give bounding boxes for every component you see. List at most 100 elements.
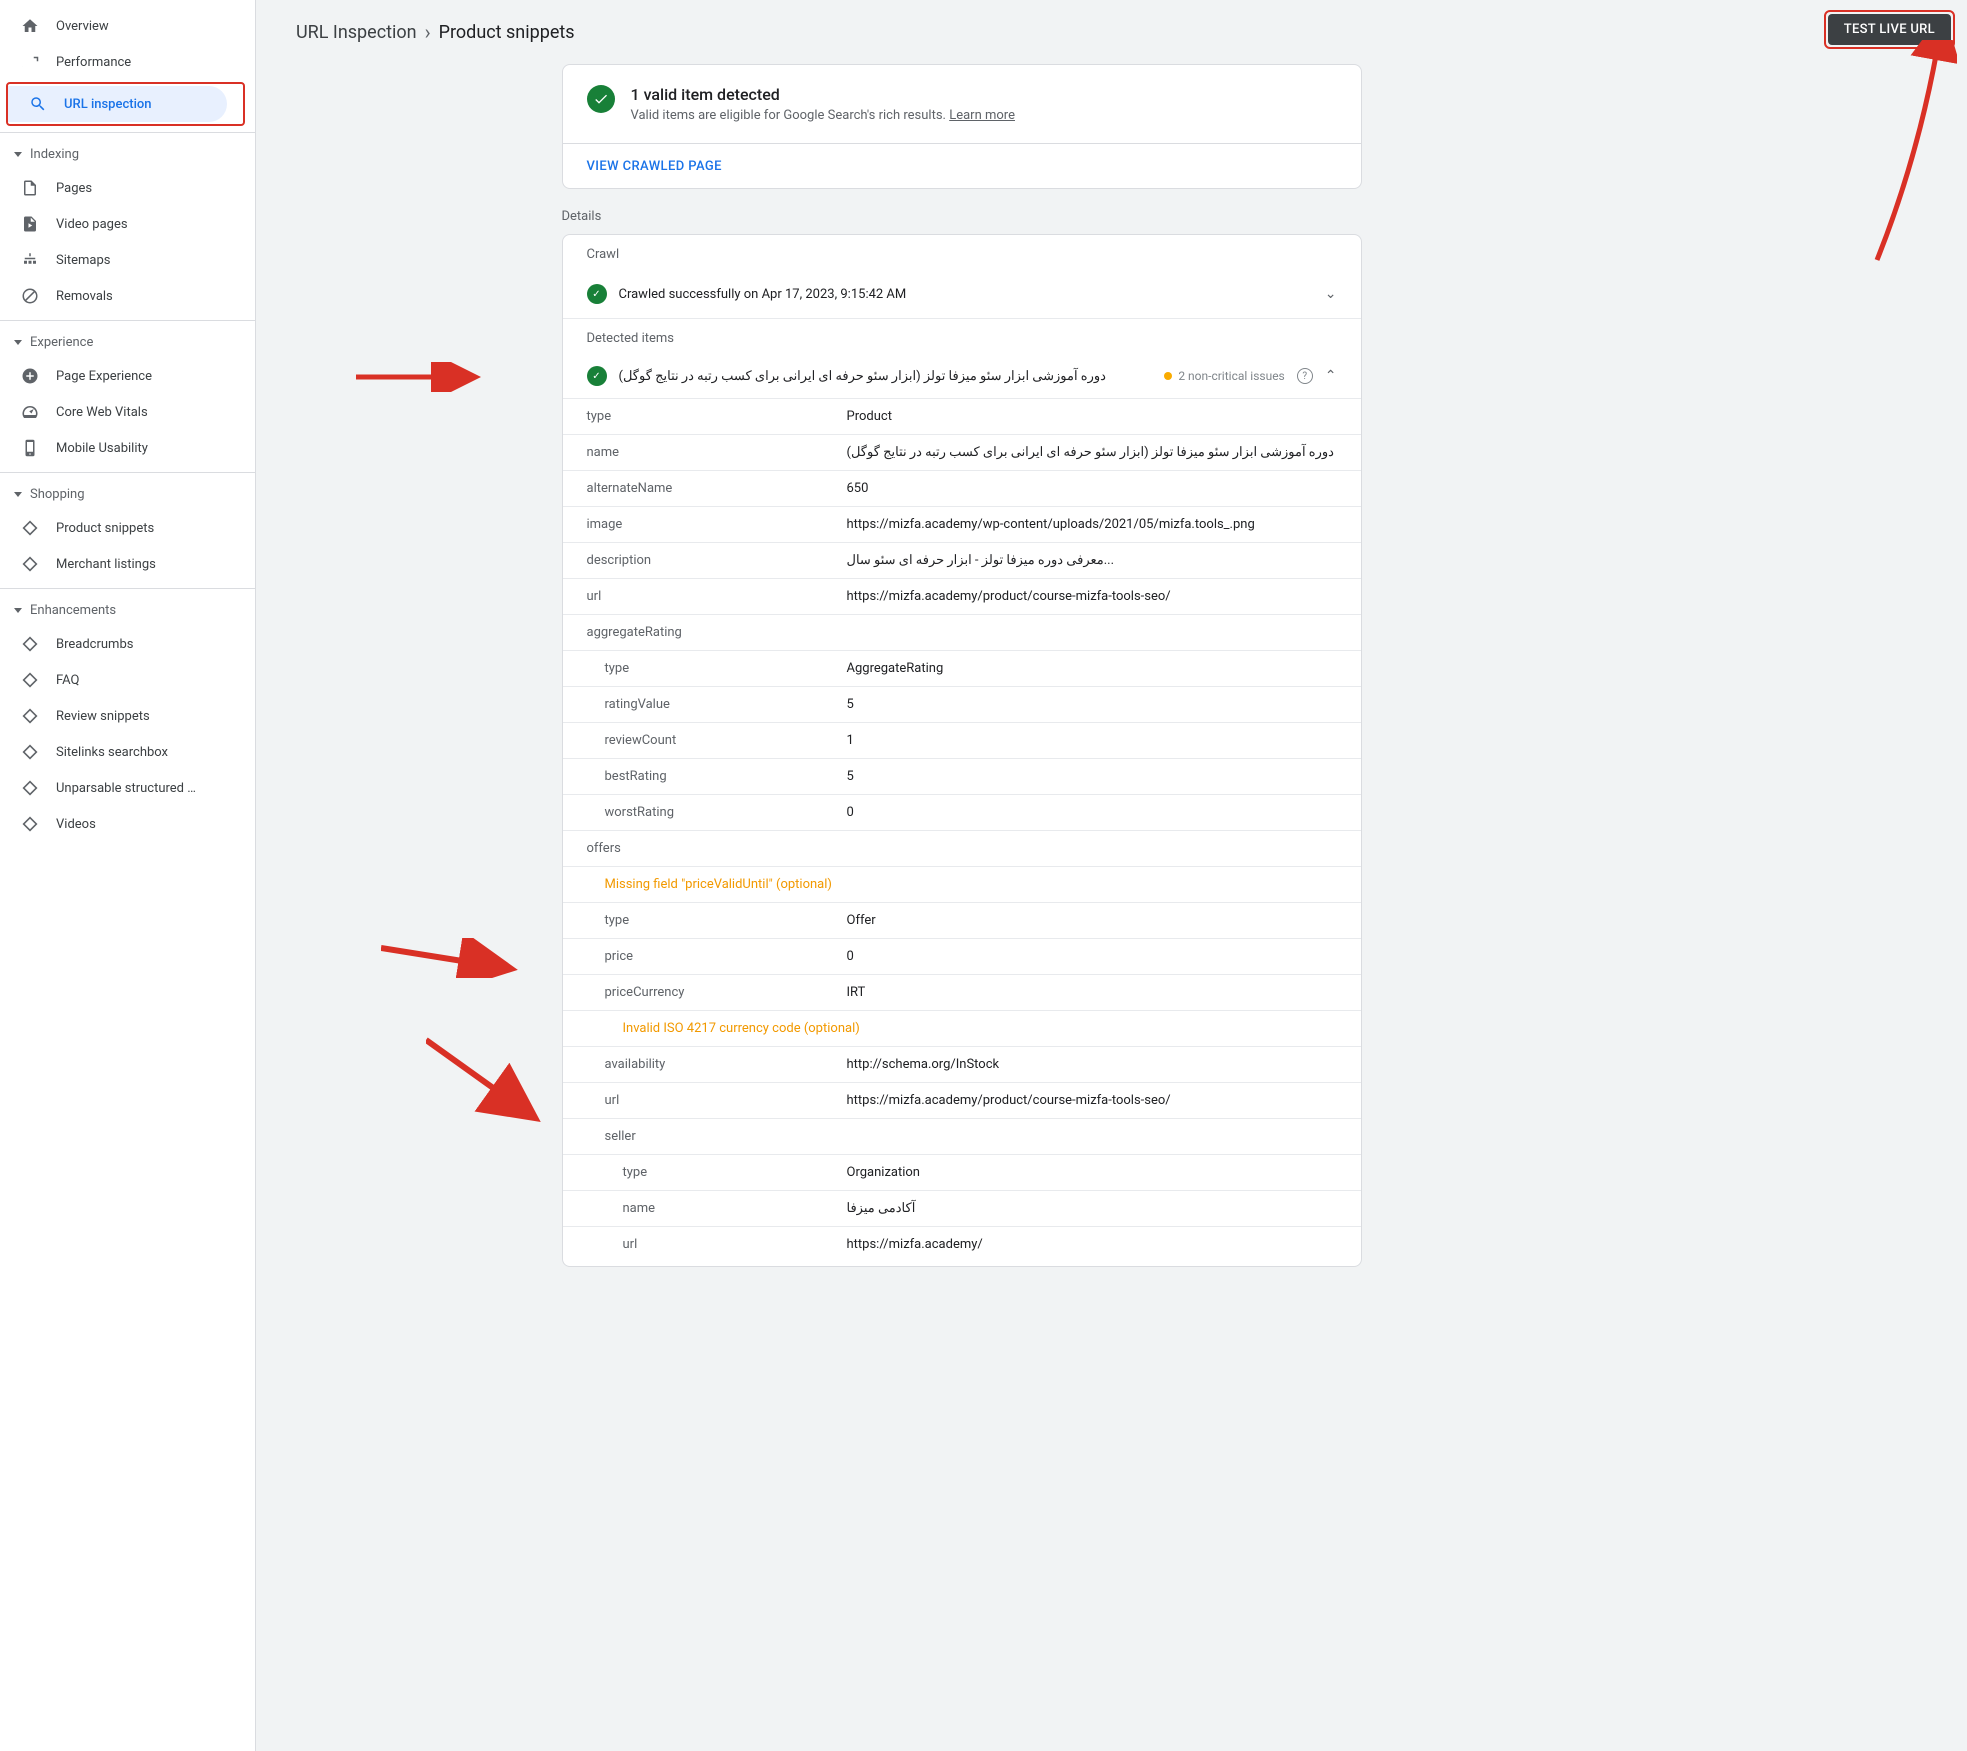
diamond-icon xyxy=(20,706,40,726)
table-row: urlhttps://mizfa.academy/ xyxy=(563,1226,1361,1262)
table-row: seller xyxy=(563,1118,1361,1154)
diamond-icon xyxy=(20,518,40,538)
sidebar-item-mobile[interactable]: Mobile Usability xyxy=(0,430,239,466)
structured-data-table: typeProduct nameدوره آموزشی ابزار سئو می… xyxy=(563,398,1361,1262)
label: Pages xyxy=(56,181,92,196)
detected-item-header[interactable]: ✓ دوره آموزشی ابزار سئو میزفا تولز (ابزا… xyxy=(563,354,1361,398)
label: Overview xyxy=(56,19,109,34)
sidebar-item-unparsable[interactable]: Unparsable structured … xyxy=(0,770,239,806)
label: Page Experience xyxy=(56,369,152,384)
crawl-header: Crawl xyxy=(563,235,1361,270)
sidebar-item-product-snippets[interactable]: Product snippets xyxy=(0,510,239,546)
sidebar-item-performance[interactable]: Performance xyxy=(0,44,239,80)
gauge-icon xyxy=(20,402,40,422)
table-row: bestRating5 xyxy=(563,758,1361,794)
sidebar-item-videos[interactable]: Videos xyxy=(0,806,239,842)
plus-circle-icon xyxy=(20,366,40,386)
detected-items-header: Detected items xyxy=(563,319,1361,354)
sidebar-item-faq[interactable]: FAQ xyxy=(0,662,239,698)
learn-more-link[interactable]: Learn more xyxy=(949,108,1015,123)
table-row: description...معرفی دوره میزفا تولز - اب… xyxy=(563,542,1361,578)
diamond-icon xyxy=(20,634,40,654)
label: Merchant listings xyxy=(56,557,156,572)
label: Sitelinks searchbox xyxy=(56,745,168,760)
summary-title: 1 valid item detected xyxy=(631,85,1015,104)
sidebar-item-breadcrumbs[interactable]: Breadcrumbs xyxy=(0,626,239,662)
chevron-down-icon[interactable]: ⌄ xyxy=(1325,286,1337,302)
table-row: offers xyxy=(563,830,1361,866)
breadcrumb-link[interactable]: URL Inspection xyxy=(296,22,417,43)
crawl-status-row[interactable]: ✓ Crawled successfully on Apr 17, 2023, … xyxy=(563,270,1361,319)
label: Product snippets xyxy=(56,521,154,536)
issues-badge: 2 non-critical issues xyxy=(1164,369,1284,383)
table-row: alternateName650 xyxy=(563,470,1361,506)
table-row: worstRating0 xyxy=(563,794,1361,830)
home-icon xyxy=(20,16,40,36)
triangle-icon xyxy=(14,152,22,157)
label: Removals xyxy=(56,289,113,304)
diamond-icon xyxy=(20,554,40,574)
table-row: availabilityhttp://schema.org/InStock xyxy=(563,1046,1361,1082)
sidebar-item-page-experience[interactable]: Page Experience xyxy=(0,358,239,394)
chevron-right-icon: › xyxy=(425,20,431,44)
sidebar-item-cwv[interactable]: Core Web Vitals xyxy=(0,394,239,430)
sidebar-item-overview[interactable]: Overview xyxy=(0,8,239,44)
separator xyxy=(0,320,255,321)
diamond-icon xyxy=(20,670,40,690)
video-page-icon xyxy=(20,214,40,234)
highlight-url-inspection: URL inspection xyxy=(6,82,245,126)
label: Mobile Usability xyxy=(56,441,148,456)
sidebar-section-enhancements[interactable]: Enhancements xyxy=(0,595,239,626)
details-label: Details xyxy=(562,209,1362,224)
table-row: aggregateRating xyxy=(563,614,1361,650)
breadcrumb: URL Inspection › Product snippets xyxy=(296,20,1627,44)
sidebar-section-shopping[interactable]: Shopping xyxy=(0,479,239,510)
table-row: imagehttps://mizfa.academy/wp-content/up… xyxy=(563,506,1361,542)
sidebar-item-sitemaps[interactable]: Sitemaps xyxy=(0,242,239,278)
table-row: nameدوره آموزشی ابزار سئو میزفا تولز (اب… xyxy=(563,434,1361,470)
annotation-arrow xyxy=(1857,40,1957,270)
sidebar-item-removals[interactable]: Removals xyxy=(0,278,239,314)
table-row: typeOrganization xyxy=(563,1154,1361,1190)
search-icon xyxy=(28,94,48,114)
sidebar-section-indexing[interactable]: Indexing xyxy=(0,139,239,170)
summary-subtitle: Valid items are eligible for Google Sear… xyxy=(631,108,1015,123)
label: Video pages xyxy=(56,217,128,232)
sidebar-section-experience[interactable]: Experience xyxy=(0,327,239,358)
triangle-icon xyxy=(14,340,22,345)
label: Performance xyxy=(56,55,131,70)
separator xyxy=(0,472,255,473)
page-icon xyxy=(20,178,40,198)
check-circle-icon xyxy=(587,85,615,113)
label: Unparsable structured … xyxy=(56,781,196,796)
label: Breadcrumbs xyxy=(56,637,133,652)
table-row: urlhttps://mizfa.academy/product/course-… xyxy=(563,578,1361,614)
table-row: typeOffer xyxy=(563,902,1361,938)
sidebar-item-pages[interactable]: Pages xyxy=(0,170,239,206)
table-row: nameآکادمی میزفا xyxy=(563,1190,1361,1226)
summary-card: 1 valid item detected Valid items are el… xyxy=(562,64,1362,189)
annotation-arrow xyxy=(426,1030,546,1130)
sidebar-item-url-inspection[interactable]: URL inspection xyxy=(8,86,227,122)
sidebar-item-sitelinks[interactable]: Sitelinks searchbox xyxy=(0,734,239,770)
diamond-icon xyxy=(20,742,40,762)
annotation-arrow xyxy=(356,362,486,392)
sidebar-item-video-pages[interactable]: Video pages xyxy=(0,206,239,242)
table-row: typeAggregateRating xyxy=(563,650,1361,686)
chevron-up-icon[interactable]: ⌃ xyxy=(1325,368,1337,384)
help-icon[interactable]: ? xyxy=(1297,368,1313,384)
warning-row: Missing field "priceValidUntil" (optiona… xyxy=(563,866,1361,902)
label: Enhancements xyxy=(30,603,116,618)
view-crawled-page-button[interactable]: VIEW CRAWLED PAGE xyxy=(587,159,722,174)
table-row: price0 xyxy=(563,938,1361,974)
block-icon xyxy=(20,286,40,306)
table-row: ratingValue5 xyxy=(563,686,1361,722)
test-live-url-button[interactable]: TEST LIVE URL xyxy=(1828,14,1951,45)
label: Review snippets xyxy=(56,709,150,724)
label: Core Web Vitals xyxy=(56,405,148,420)
item-name: دوره آموزشی ابزار سئو میزفا تولز (ابزار … xyxy=(619,369,1153,384)
label: URL inspection xyxy=(64,97,152,112)
sidebar-item-review[interactable]: Review snippets xyxy=(0,698,239,734)
sidebar-item-merchant[interactable]: Merchant listings xyxy=(0,546,239,582)
triangle-icon xyxy=(14,492,22,497)
